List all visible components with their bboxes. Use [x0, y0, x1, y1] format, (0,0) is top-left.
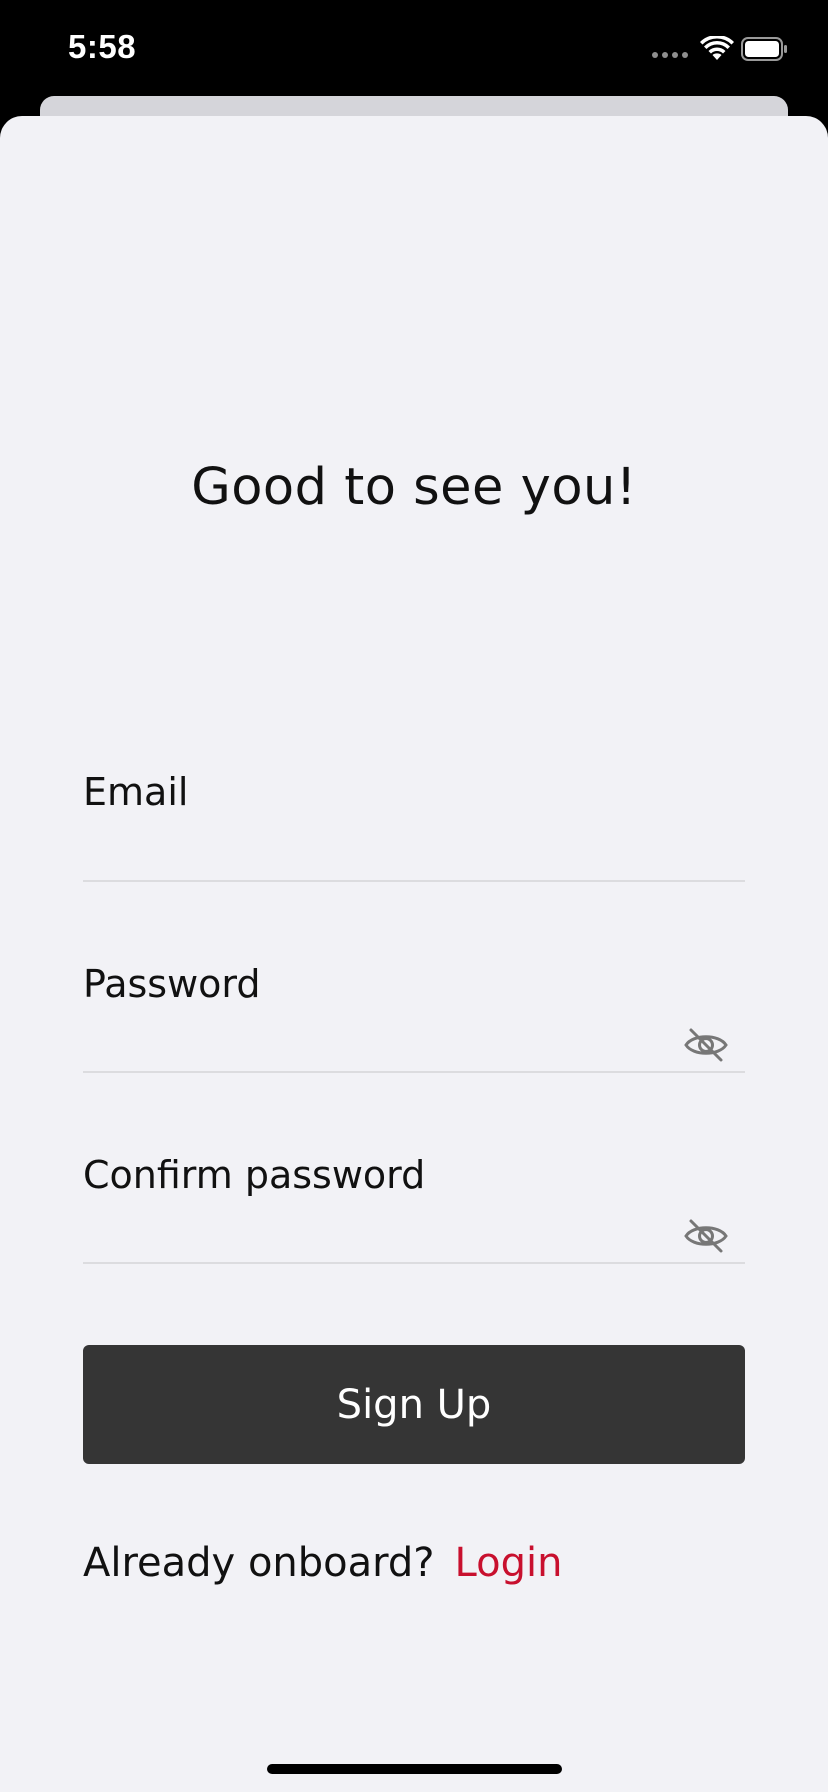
email-input[interactable]	[83, 824, 745, 868]
eye-slash-icon[interactable]	[683, 1027, 729, 1063]
confirm-password-input[interactable]	[83, 1207, 683, 1251]
email-label: Email	[83, 770, 189, 814]
home-indicator[interactable]	[267, 1764, 562, 1774]
eye-slash-icon[interactable]	[683, 1218, 729, 1254]
battery-icon	[741, 37, 787, 61]
login-prompt: Already onboard? Login	[83, 1540, 562, 1586]
password-label: Password	[83, 962, 261, 1006]
confirm-password-label: Confirm password	[83, 1153, 426, 1197]
wifi-icon	[700, 36, 734, 60]
email-field: Email	[83, 770, 745, 882]
login-link[interactable]: Login	[455, 1540, 563, 1586]
password-field: Password	[83, 962, 745, 1074]
sign-up-button[interactable]: Sign Up	[83, 1345, 745, 1464]
status-time: 5:58	[68, 28, 137, 65]
status-bar: 5:58	[0, 0, 828, 96]
login-prompt-text: Already onboard?	[83, 1540, 435, 1586]
password-underline	[83, 1071, 745, 1073]
password-input[interactable]	[83, 1016, 683, 1060]
confirm-password-underline	[83, 1262, 745, 1264]
page-title: Good to see you!	[191, 458, 637, 517]
confirm-password-field: Confirm password	[83, 1153, 745, 1265]
email-underline	[83, 880, 745, 882]
signal-dots-icon	[652, 52, 688, 58]
